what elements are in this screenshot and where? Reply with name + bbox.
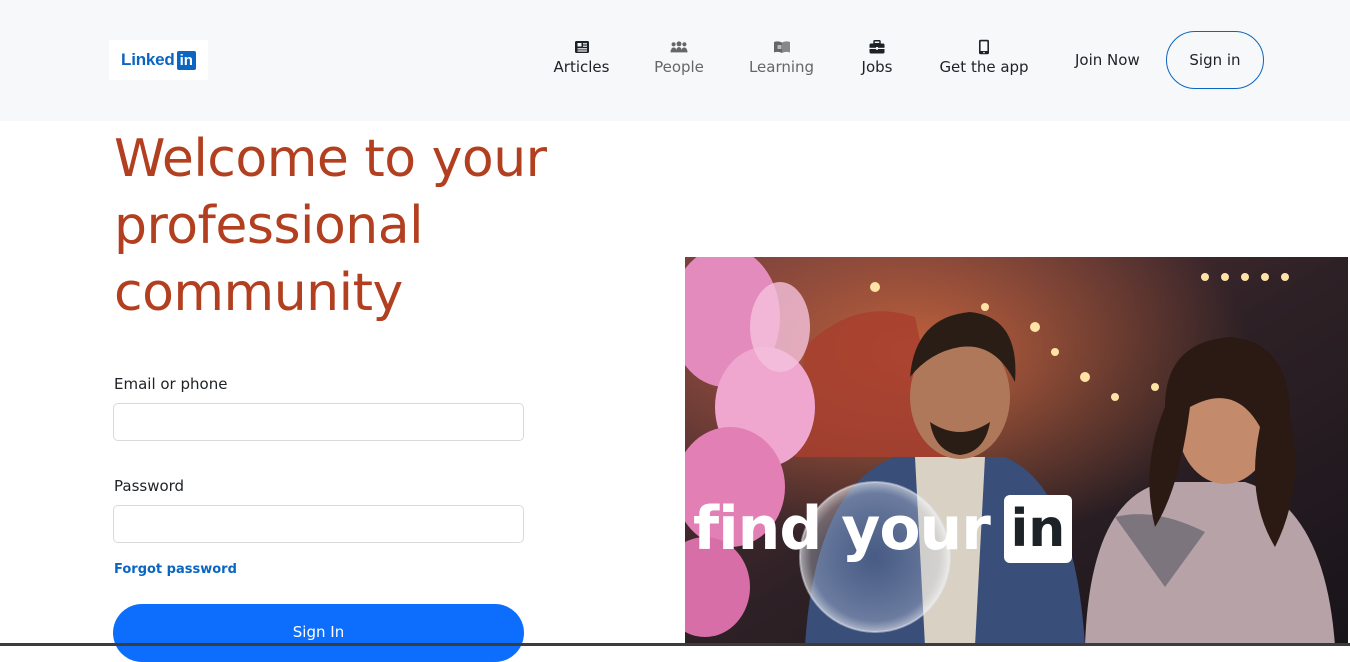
nav-people-label: People — [654, 58, 704, 76]
nav-get-the-app[interactable]: Get the app — [939, 38, 1029, 80]
linkedin-logo[interactable]: Linked in — [109, 40, 208, 80]
password-label: Password — [114, 477, 185, 495]
email-input[interactable] — [113, 403, 524, 441]
jobs-icon — [868, 38, 886, 56]
hero-tagline: find your in — [693, 495, 1072, 563]
top-navbar: Linked in Articles People Learning Jobs … — [0, 0, 1350, 121]
email-label: Email or phone — [114, 375, 228, 393]
sign-in-button[interactable]: Sign In — [113, 604, 524, 662]
header-sign-in-button[interactable]: Sign in — [1166, 31, 1264, 89]
nav-people[interactable]: People — [654, 38, 704, 80]
logo-in-box: in — [176, 50, 196, 70]
page-headline: Welcome to your professional community — [114, 129, 547, 323]
phone-icon — [975, 38, 993, 56]
nav-articles-label: Articles — [553, 58, 610, 76]
nav-jobs-label: Jobs — [861, 58, 893, 76]
nav-articles[interactable]: Articles — [553, 38, 610, 80]
logo-wordmark: Linked — [121, 50, 175, 69]
password-input[interactable] — [113, 505, 524, 543]
nav-learning-label: Learning — [748, 58, 815, 76]
hero-tagline-text: find your — [693, 494, 991, 564]
nav-learning[interactable]: Learning — [748, 38, 815, 80]
hero-image: find your in — [685, 257, 1348, 646]
people-icon — [670, 38, 688, 56]
nav-jobs[interactable]: Jobs — [861, 38, 893, 80]
hero-in-box: in — [1003, 495, 1072, 563]
join-now-link[interactable]: Join Now — [1075, 51, 1140, 69]
articles-icon — [573, 38, 591, 56]
forgot-password-link[interactable]: Forgot password — [114, 562, 237, 577]
nav-get-the-app-label: Get the app — [939, 58, 1029, 76]
learning-icon — [773, 38, 791, 56]
hero-photo-illustration — [685, 257, 1348, 646]
